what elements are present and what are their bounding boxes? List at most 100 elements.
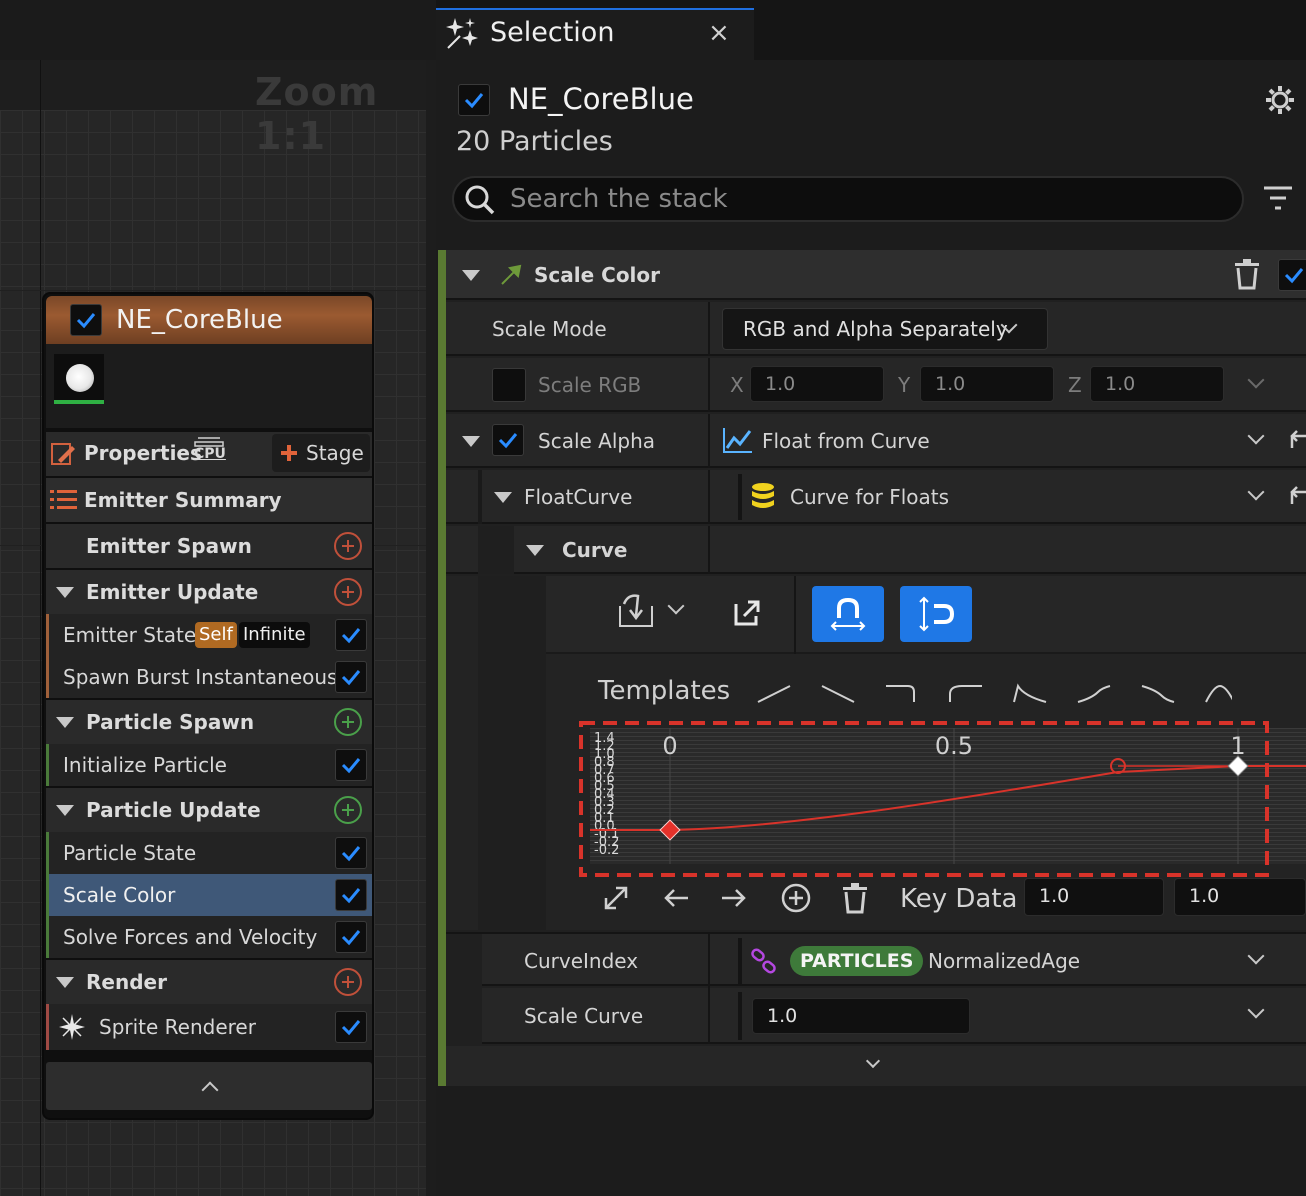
delete-key-icon[interactable]: [840, 882, 870, 914]
template-linear-up-icon: [757, 685, 791, 703]
snap-time-button[interactable]: [812, 586, 884, 642]
module-enable-checkbox[interactable]: [335, 837, 367, 869]
check-icon: [341, 670, 361, 686]
emitter-summary-row[interactable]: Emitter Summary: [46, 478, 372, 522]
indent-guide: [738, 938, 742, 984]
collapse-arrow-icon[interactable]: [56, 805, 74, 816]
module-enable-checkbox[interactable]: [335, 1011, 367, 1043]
module-initialize-particle[interactable]: Initialize Particle: [46, 744, 372, 786]
trash-icon[interactable]: [1232, 258, 1262, 290]
scale-curve-input[interactable]: 1.0: [752, 998, 970, 1034]
filter-icon[interactable]: [1262, 184, 1294, 214]
particles-namespace-badge: PARTICLES: [790, 946, 924, 976]
add-module-icon[interactable]: [334, 578, 362, 606]
tab-bar: Selection ×: [436, 0, 1306, 60]
curve-templates[interactable]: [752, 678, 1232, 708]
arrow-left-icon[interactable]: [662, 886, 690, 910]
module-enable-checkbox[interactable]: [335, 749, 367, 781]
add-module-icon[interactable]: [334, 532, 362, 560]
rgb-x-input[interactable]: 1.0: [750, 366, 884, 402]
module-enable-checkbox[interactable]: [335, 879, 367, 911]
chevron-down-icon[interactable]: [1247, 947, 1265, 965]
chevron-down-icon[interactable]: [1247, 427, 1265, 445]
particle-update-row[interactable]: Particle Update: [46, 788, 372, 832]
module-emitter-state[interactable]: Emitter State Self Infinite: [46, 614, 372, 656]
search-input[interactable]: Search the stack: [452, 176, 1244, 222]
tab-selection[interactable]: Selection ×: [436, 8, 754, 60]
properties-row[interactable]: Properties CPU Stage: [46, 432, 372, 476]
close-icon[interactable]: ×: [708, 18, 730, 48]
module-enable-checkbox[interactable]: [335, 921, 367, 953]
module-enable-checkbox[interactable]: [1278, 259, 1306, 291]
chevron-down-icon[interactable]: [1247, 371, 1265, 389]
particle-thumbnail[interactable]: [54, 354, 104, 404]
add-module-icon[interactable]: [334, 708, 362, 736]
emitter-enable-checkbox[interactable]: [458, 84, 490, 116]
module-solve-forces[interactable]: Solve Forces and Velocity: [46, 916, 372, 958]
sprite-preview-icon: [66, 364, 94, 392]
module-header-scale-color[interactable]: Scale Color: [446, 250, 1306, 300]
float-curve-value[interactable]: Curve for Floats: [790, 485, 949, 509]
param-curve: Curve: [446, 526, 1306, 574]
graph-top-strip: [0, 0, 436, 60]
curve-toolbar: [546, 576, 1306, 654]
curve-graph[interactable]: 1.41.21.0 0.80.70.6 0.50.40.3 0.20.10.0 …: [578, 720, 1306, 880]
collapse-arrow-icon[interactable]: [56, 587, 74, 598]
fit-view-icon[interactable]: [602, 884, 630, 912]
collapse-arrow-icon[interactable]: [56, 977, 74, 988]
arrow-right-icon[interactable]: [720, 886, 748, 910]
scale-mode-dropdown[interactable]: RGB and Alpha Separately: [722, 308, 1048, 350]
module-enable-checkbox[interactable]: [335, 661, 367, 693]
curve-index-value[interactable]: NormalizedAge: [928, 949, 1080, 973]
collapse-arrow-icon[interactable]: [462, 270, 480, 281]
chevron-up-icon: [201, 1081, 219, 1099]
module-enable-checkbox[interactable]: [335, 619, 367, 651]
chevron-down-icon[interactable]: [1247, 1001, 1265, 1019]
emitter-spawn-label: Emitter Spawn: [86, 534, 252, 558]
reset-arrow-icon[interactable]: [1288, 486, 1306, 508]
rgb-y-input[interactable]: 1.0: [920, 366, 1054, 402]
module-spawn-burst[interactable]: Spawn Burst Instantaneous: [46, 656, 372, 698]
indent-guide: [478, 576, 546, 930]
collapse-arrow-icon[interactable]: [462, 436, 480, 447]
curve-chart-icon: [723, 428, 752, 453]
graph-panel[interactable]: Zoom 1:1 NE_CoreBlue Properties CPU Stag…: [0, 0, 436, 1196]
curve-label: Curve: [562, 538, 628, 562]
add-module-icon[interactable]: [334, 968, 362, 996]
emitter-node[interactable]: NE_CoreBlue Properties CPU Stage Emitter…: [42, 292, 374, 1120]
node-header[interactable]: NE_CoreBlue: [46, 296, 372, 344]
particle-spawn-row[interactable]: Particle Spawn: [46, 700, 372, 744]
show-advanced-button[interactable]: [446, 1046, 1306, 1086]
node-enable-checkbox[interactable]: [70, 304, 102, 336]
open-external-icon[interactable]: [734, 598, 762, 626]
rgb-z-input[interactable]: 1.0: [1090, 366, 1224, 402]
key-value-input[interactable]: 1.0: [1174, 878, 1306, 916]
curve-import-icon[interactable]: [616, 592, 656, 630]
snap-value-button[interactable]: [900, 586, 972, 642]
scale-alpha-value[interactable]: Float from Curve: [762, 429, 930, 453]
collapse-arrow-icon[interactable]: [56, 717, 74, 728]
module-sprite-renderer[interactable]: Sprite Renderer: [46, 1004, 372, 1050]
module-scale-color[interactable]: Scale Color: [46, 874, 372, 916]
add-module-icon[interactable]: [334, 796, 362, 824]
add-stage-button[interactable]: Stage: [272, 434, 370, 472]
render-row[interactable]: Render: [46, 960, 372, 1004]
properties-pencil-icon: [51, 443, 75, 465]
node-collapse-button[interactable]: [46, 1062, 372, 1110]
gear-icon[interactable]: [1264, 84, 1296, 116]
list-icon: [50, 490, 77, 509]
chevron-down-icon[interactable]: [1247, 483, 1265, 501]
scale-alpha-checkbox[interactable]: [492, 424, 524, 456]
chevron-down-icon[interactable]: [667, 597, 685, 615]
collapse-arrow-icon[interactable]: [526, 545, 544, 556]
module-particle-state[interactable]: Particle State: [46, 832, 372, 874]
reset-arrow-icon[interactable]: [1288, 430, 1306, 452]
emitter-spawn-row[interactable]: Emitter Spawn: [46, 524, 372, 568]
spacer: [602, 1134, 603, 1135]
key-time-input[interactable]: 1.0: [1024, 878, 1164, 916]
emitter-update-row[interactable]: Emitter Update: [46, 570, 372, 614]
scale-rgb-checkbox[interactable]: [492, 368, 526, 402]
collapse-arrow-icon[interactable]: [494, 492, 512, 503]
y-label: Y: [898, 373, 911, 397]
add-key-icon[interactable]: [780, 882, 812, 914]
